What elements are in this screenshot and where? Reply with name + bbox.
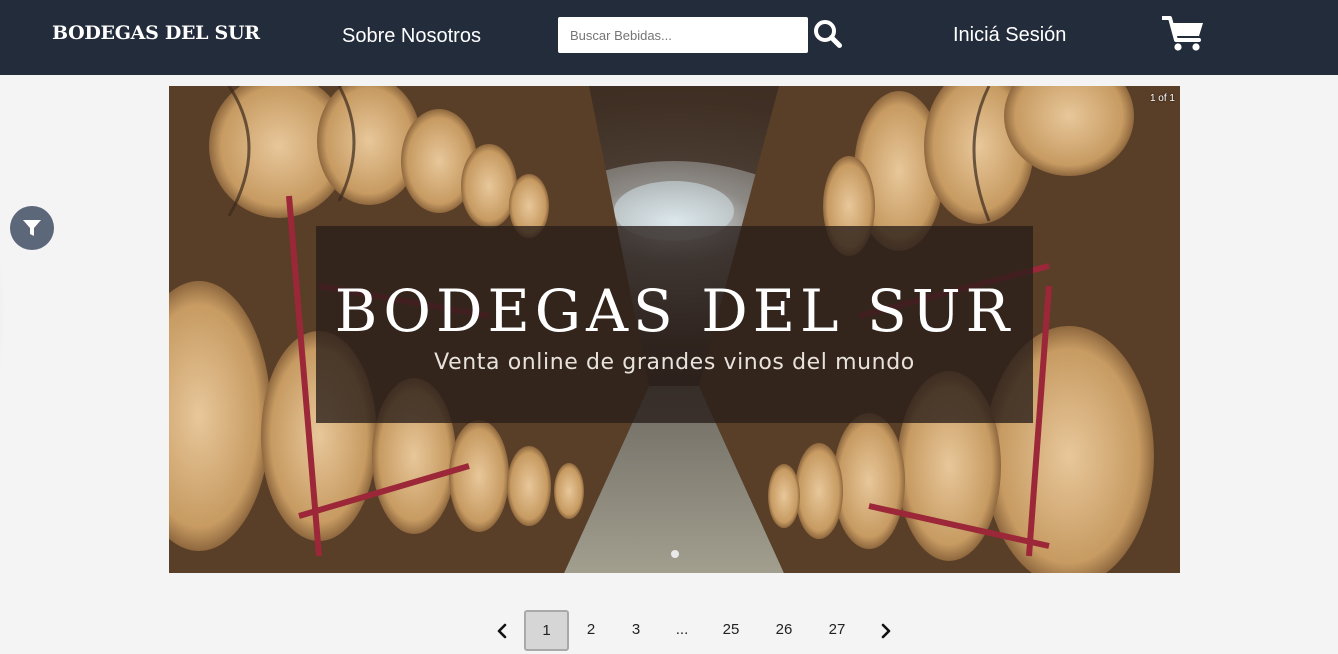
carousel-dot[interactable] (671, 550, 679, 558)
chevron-right-icon (881, 623, 891, 639)
hero-carousel[interactable]: 1 of 1 BODEGAS DEL SUR Venta online de g… (169, 86, 1180, 573)
slide-counter: 1 of 1 (1149, 93, 1175, 104)
hero-banner: BODEGAS DEL SUR Venta online de grandes … (316, 226, 1033, 423)
filter-icon (23, 220, 41, 236)
page-button[interactable]: 2 (576, 621, 606, 638)
search-input[interactable] (558, 17, 808, 53)
banner-title: BODEGAS DEL SUR (334, 277, 1015, 345)
search-button[interactable] (812, 18, 844, 50)
shopping-cart-icon (1161, 16, 1203, 51)
filter-button[interactable] (10, 206, 54, 250)
about-link[interactable]: Sobre Nosotros (342, 25, 481, 48)
top-navbar: BODEGAS DEL SUR Sobre Nosotros Iniciá Se… (0, 0, 1338, 75)
next-page-button[interactable] (873, 611, 899, 651)
page-button[interactable]: 25 (716, 621, 746, 638)
cart-button[interactable] (1161, 15, 1206, 53)
filter-panel-edge (0, 180, 6, 450)
search-icon (814, 20, 842, 48)
page-button[interactable]: 3 (621, 621, 651, 638)
login-link[interactable]: Iniciá Sesión (953, 24, 1066, 47)
page-button[interactable]: 26 (769, 621, 799, 638)
chevron-left-icon (497, 623, 507, 639)
page-button[interactable]: 27 (822, 621, 852, 638)
prev-page-button[interactable] (489, 611, 515, 651)
page-button-active[interactable]: 1 (524, 610, 569, 651)
site-logo[interactable]: BODEGAS DEL SUR (52, 22, 260, 44)
page-ellipsis: ... (675, 621, 689, 638)
banner-subtitle: Venta online de grandes vinos del mundo (434, 350, 915, 375)
